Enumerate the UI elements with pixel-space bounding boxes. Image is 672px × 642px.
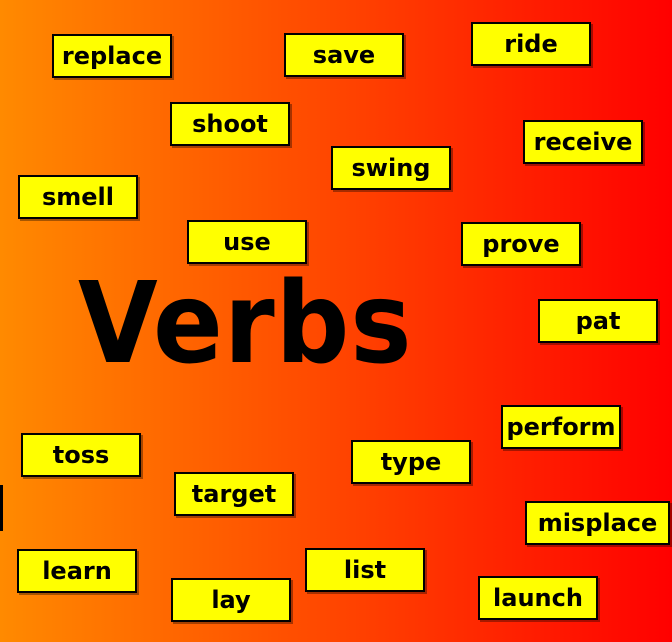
verb-card: lay	[171, 578, 291, 622]
verb-card: list	[305, 548, 425, 592]
verb-card: launch	[478, 576, 598, 620]
verb-card: pat	[538, 299, 658, 343]
verb-card: smell	[18, 175, 138, 219]
verb-card: perform	[501, 405, 621, 449]
verb-card: toss	[21, 433, 141, 477]
verb-card: ride	[471, 22, 591, 66]
verb-card: type	[351, 440, 471, 484]
verb-card: target	[174, 472, 294, 516]
verb-card: swing	[331, 146, 451, 190]
verb-card: receive	[523, 120, 643, 164]
verbs-slide: Verbs replace save ride shoot receive sw…	[0, 0, 672, 642]
verb-card: prove	[461, 222, 581, 266]
slide-title: Verbs	[78, 259, 413, 389]
verb-card: misplace	[525, 501, 670, 545]
verb-card: save	[284, 33, 404, 77]
left-edge-mark	[0, 485, 3, 531]
verb-card: shoot	[170, 102, 290, 146]
verb-card: replace	[52, 34, 172, 78]
verb-card: use	[187, 220, 307, 264]
verb-card: learn	[17, 549, 137, 593]
